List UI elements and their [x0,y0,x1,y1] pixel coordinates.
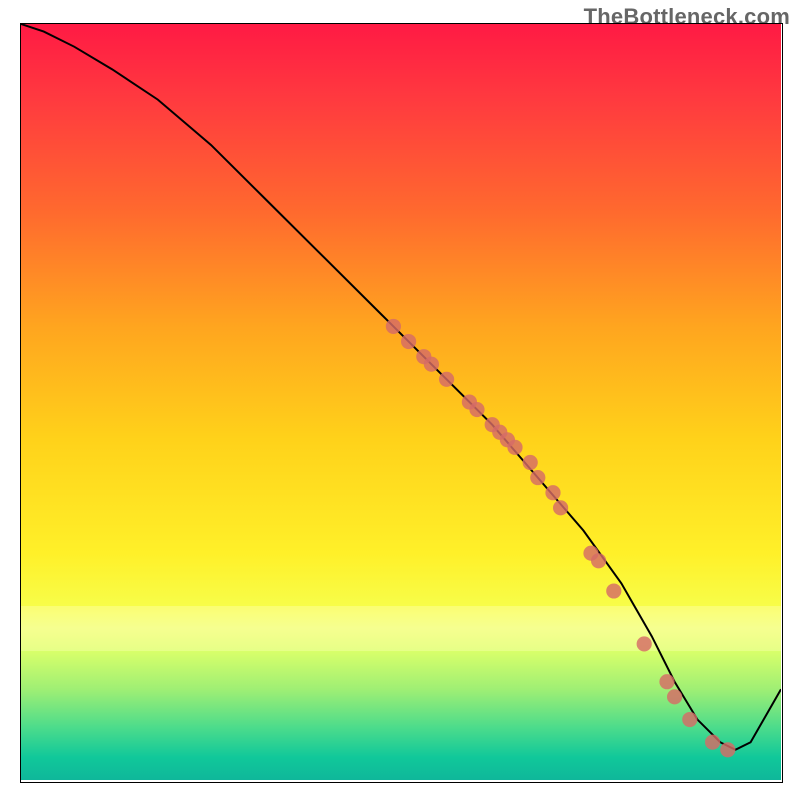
highlight-point [667,689,682,704]
highlight-point [545,485,560,500]
bottleneck-curve [21,24,781,750]
chart-svg [21,24,781,780]
highlight-point [720,742,735,757]
highlight-point [386,319,401,334]
highlight-point [401,334,416,349]
highlight-point [507,440,522,455]
highlight-point [523,455,538,470]
highlight-point [530,470,545,485]
curve-group [21,24,781,750]
highlight-point [424,357,439,372]
plot-area [21,24,781,780]
highlight-point [416,349,431,364]
highlight-point [485,417,500,432]
highlight-point [500,432,515,447]
watermark-label: TheBottleneck.com [584,4,790,30]
highlight-point [606,583,621,598]
highlight-point [583,546,598,561]
highlight-point [439,372,454,387]
highlight-point [705,735,720,750]
highlight-point [469,402,484,417]
highlight-point [462,394,477,409]
highlight-point [553,500,568,515]
highlight-point [492,425,507,440]
highlighted-points-group [386,319,736,757]
highlight-point [659,674,674,689]
highlight-point [637,636,652,651]
highlight-point [682,712,697,727]
chart-container: TheBottleneck.com [0,0,800,800]
highlight-point [591,553,606,568]
